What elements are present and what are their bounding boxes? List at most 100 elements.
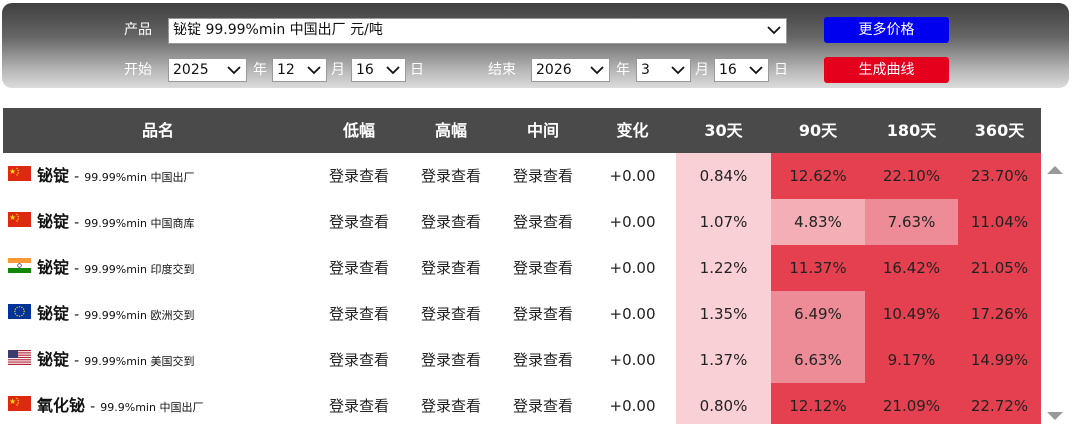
product-spec: 99.99%min 美国交到 <box>84 355 195 368</box>
low-cell[interactable]: 登录查看 <box>313 291 405 337</box>
start-year-value: 2025 <box>173 62 209 78</box>
change-cell: +0.00 <box>609 167 656 185</box>
chevron-down-icon <box>671 66 685 75</box>
change-30d-cell: 1.07% <box>676 199 771 245</box>
chevron-down-icon <box>307 66 321 75</box>
china-flag-icon <box>8 166 31 181</box>
change-360d-cell: 23.70% <box>958 153 1041 199</box>
end-month-select[interactable]: 3 <box>636 58 691 82</box>
change-30d-cell: 0.84% <box>676 153 771 199</box>
start-month-value: 12 <box>277 62 295 78</box>
product-name: 铋锭 <box>37 166 70 185</box>
product-name-cell[interactable]: 铋锭 - 99.99%min 印度交到 <box>8 245 194 291</box>
low-cell[interactable]: 登录查看 <box>313 153 405 199</box>
change-180d-cell: 9.17% <box>865 337 958 383</box>
start-month-unit: 月 <box>331 62 345 78</box>
low-cell[interactable]: 登录查看 <box>313 245 405 291</box>
change-cell: +0.00 <box>609 259 656 277</box>
change-cell: +0.00 <box>609 305 656 323</box>
end-year-value: 2026 <box>536 62 572 78</box>
high-cell[interactable]: 登录查看 <box>405 383 497 424</box>
mid-cell[interactable]: 登录查看 <box>497 245 589 291</box>
change-360d-cell: 21.05% <box>958 245 1041 291</box>
change-cell: +0.00 <box>609 397 656 415</box>
mid-cell[interactable]: 登录查看 <box>497 383 589 424</box>
end-day-unit: 日 <box>774 62 788 78</box>
chevron-down-icon <box>749 66 763 75</box>
change-cell: +0.00 <box>609 351 656 369</box>
table-row[interactable]: 铋锭 - 99.99%min 中国出厂 登录查看 登录查看 登录查看 +0.00… <box>3 153 1041 200</box>
product-label: 产品 <box>124 22 152 38</box>
chevron-down-icon <box>386 66 400 75</box>
end-month-value: 3 <box>641 62 650 78</box>
mid-cell[interactable]: 登录查看 <box>497 153 589 199</box>
start-month-select[interactable]: 12 <box>272 58 327 82</box>
product-name: 铋锭 <box>37 304 70 323</box>
table-row[interactable]: 铋锭 - 99.99%min 美国交到 登录查看 登录查看 登录查看 +0.00… <box>3 337 1041 384</box>
product-name-cell[interactable]: 铋锭 - 99.99%min 中国出厂 <box>8 153 194 199</box>
product-name: 氧化铋 <box>37 396 86 415</box>
generate-curve-button[interactable]: 生成曲线 <box>824 57 949 83</box>
low-cell[interactable]: 登录查看 <box>313 199 405 245</box>
header-change: 变化 <box>616 121 649 140</box>
high-cell[interactable]: 登录查看 <box>405 245 497 291</box>
mid-cell[interactable]: 登录查看 <box>497 199 589 245</box>
product-spec: 99.99%min 印度交到 <box>84 263 195 276</box>
change-90d-cell: 12.62% <box>771 153 865 199</box>
change-180d-cell: 22.10% <box>865 153 958 199</box>
end-day-select[interactable]: 16 <box>714 58 769 82</box>
header-mid: 中间 <box>526 121 559 140</box>
china-flag-icon <box>8 396 31 411</box>
high-cell[interactable]: 登录查看 <box>405 337 497 383</box>
end-year-select[interactable]: 2026 <box>531 58 610 82</box>
product-name-cell[interactable]: 铋锭 - 99.99%min 中国商库 <box>8 199 194 245</box>
low-cell[interactable]: 登录查看 <box>313 383 405 424</box>
product-select[interactable]: 铋锭 99.99%min 中国出厂 元/吨 <box>168 18 787 44</box>
change-90d-cell: 6.63% <box>771 337 865 383</box>
start-year-select[interactable]: 2025 <box>168 58 247 82</box>
change-30d-cell: 1.35% <box>676 291 771 337</box>
more-prices-button[interactable]: 更多价格 <box>824 17 949 43</box>
table-body: 铋锭 - 99.99%min 中国出厂 登录查看 登录查看 登录查看 +0.00… <box>3 153 1041 424</box>
header-360d: 360天 <box>974 121 1025 140</box>
product-name-cell[interactable]: 铋锭 - 99.99%min 欧洲交到 <box>8 291 194 337</box>
product-name: 铋锭 <box>37 212 70 231</box>
high-cell[interactable]: 登录查看 <box>405 153 497 199</box>
start-year-unit: 年 <box>253 62 267 78</box>
change-360d-cell: 14.99% <box>958 337 1041 383</box>
low-cell[interactable]: 登录查看 <box>313 337 405 383</box>
product-select-value: 铋锭 99.99%min 中国出厂 元/吨 <box>173 22 383 38</box>
mid-cell[interactable]: 登录查看 <box>497 337 589 383</box>
start-day-select[interactable]: 16 <box>351 58 406 82</box>
end-label: 结束 <box>488 62 516 78</box>
product-spec: 99.99%min 欧洲交到 <box>84 309 195 322</box>
change-90d-cell: 11.37% <box>771 245 865 291</box>
change-360d-cell: 17.26% <box>958 291 1041 337</box>
product-name-cell[interactable]: 铋锭 - 99.99%min 美国交到 <box>8 337 194 383</box>
high-cell[interactable]: 登录查看 <box>405 291 497 337</box>
high-cell[interactable]: 登录查看 <box>405 199 497 245</box>
usa-flag-icon <box>8 350 31 365</box>
change-cell: +0.00 <box>609 213 656 231</box>
table-row[interactable]: 铋锭 - 99.99%min 印度交到 登录查看 登录查看 登录查看 +0.00… <box>3 245 1041 292</box>
start-day-value: 16 <box>356 62 374 78</box>
eu-flag-icon <box>8 304 31 319</box>
product-spec: 99.99%min 中国出厂 <box>84 171 195 184</box>
table-header: 品名 低幅 高幅 中间 变化 30天 90天 180天 360天 <box>3 108 1041 153</box>
product-name-cell[interactable]: 氧化铋 - 99.9%min 中国出厂 <box>8 383 203 424</box>
header-name: 品名 <box>141 121 174 140</box>
change-90d-cell: 4.83% <box>771 199 865 245</box>
scroll-up-arrow-icon[interactable] <box>1046 164 1064 176</box>
header-180d: 180天 <box>886 121 937 140</box>
table-row[interactable]: 铋锭 - 99.99%min 中国商库 登录查看 登录查看 登录查看 +0.00… <box>3 199 1041 246</box>
product-spec: 99.9%min 中国出厂 <box>100 401 204 414</box>
product-name-dash: - <box>90 399 96 415</box>
scroll-down-arrow-icon[interactable] <box>1046 410 1064 422</box>
change-360d-cell: 11.04% <box>958 199 1041 245</box>
chevron-down-icon <box>767 26 781 35</box>
end-year-unit: 年 <box>616 62 630 78</box>
table-row[interactable]: 铋锭 - 99.99%min 欧洲交到 登录查看 登录查看 登录查看 +0.00… <box>3 291 1041 338</box>
table-row[interactable]: 氧化铋 - 99.9%min 中国出厂 登录查看 登录查看 登录查看 +0.00… <box>3 383 1041 424</box>
mid-cell[interactable]: 登录查看 <box>497 291 589 337</box>
product-name: 铋锭 <box>37 350 70 369</box>
